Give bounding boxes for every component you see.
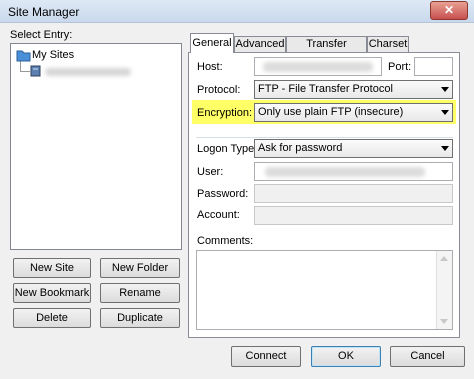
protocol-select[interactable]: FTP - File Transfer Protocol (254, 80, 453, 99)
user-input[interactable] (254, 162, 453, 181)
encryption-value: Only use plain FTP (insecure) (258, 106, 404, 118)
site-entry-redacted[interactable] (45, 68, 131, 76)
account-input[interactable] (254, 206, 453, 225)
port-label: Port: (388, 61, 412, 73)
password-input[interactable] (254, 184, 453, 203)
comments-scrollbar[interactable] (436, 251, 452, 329)
logon-type-label: Logon Type: (197, 143, 258, 155)
rename-button[interactable]: Rename (100, 283, 180, 303)
duplicate-button[interactable]: Duplicate (100, 308, 180, 328)
password-label: Password: (197, 188, 249, 200)
scroll-up-icon (440, 256, 448, 261)
host-value-redacted (263, 62, 373, 72)
chevron-down-icon (441, 110, 449, 115)
host-label: Host: (197, 61, 223, 73)
ok-button[interactable]: OK (311, 346, 381, 367)
host-input[interactable] (254, 57, 382, 76)
new-folder-button[interactable]: New Folder (100, 258, 180, 278)
scroll-down-icon (440, 319, 448, 324)
delete-button[interactable]: Delete (13, 308, 91, 328)
port-input[interactable] (414, 57, 453, 76)
protocol-label: Protocol: (197, 84, 241, 96)
user-value-redacted (265, 167, 425, 177)
protocol-value: FTP - File Transfer Protocol (258, 83, 393, 95)
tree-line (20, 71, 30, 72)
divider (196, 137, 453, 138)
title-bar: Site Manager ✕ (0, 0, 474, 23)
close-button[interactable]: ✕ (430, 1, 468, 20)
logon-type-select[interactable]: Ask for password (254, 139, 453, 158)
comments-textarea[interactable] (196, 250, 453, 330)
logon-type-value: Ask for password (258, 142, 343, 154)
connect-button[interactable]: Connect (231, 346, 301, 367)
window-title: Site Manager (8, 5, 80, 19)
cancel-button[interactable]: Cancel (390, 346, 465, 367)
new-bookmark-button[interactable]: New Bookmark (13, 283, 91, 303)
select-entry-label: Select Entry: (10, 29, 73, 41)
account-label: Account: (197, 209, 240, 221)
encryption-label: Encryption: (197, 107, 253, 119)
encryption-select[interactable]: Only use plain FTP (insecure) (254, 103, 453, 122)
user-label: User: (197, 166, 224, 178)
tab-transfer-settings[interactable]: Transfer Settings (286, 36, 367, 65)
new-site-button[interactable]: New Site (13, 258, 91, 278)
tree-item-my-sites[interactable]: My Sites (32, 49, 74, 61)
tab-general[interactable]: General (190, 33, 234, 53)
site-manager-window: Site Manager ✕ Select Entry: My Sites Ne… (0, 0, 474, 379)
folder-icon (16, 50, 31, 62)
server-icon (30, 65, 41, 77)
comments-label: Comments: (197, 235, 254, 247)
tab-advanced[interactable]: Advanced (234, 36, 286, 52)
chevron-down-icon (441, 87, 449, 92)
chevron-down-icon (441, 146, 449, 151)
site-tree[interactable]: My Sites (10, 43, 182, 250)
tab-charset[interactable]: Charset (367, 36, 409, 52)
